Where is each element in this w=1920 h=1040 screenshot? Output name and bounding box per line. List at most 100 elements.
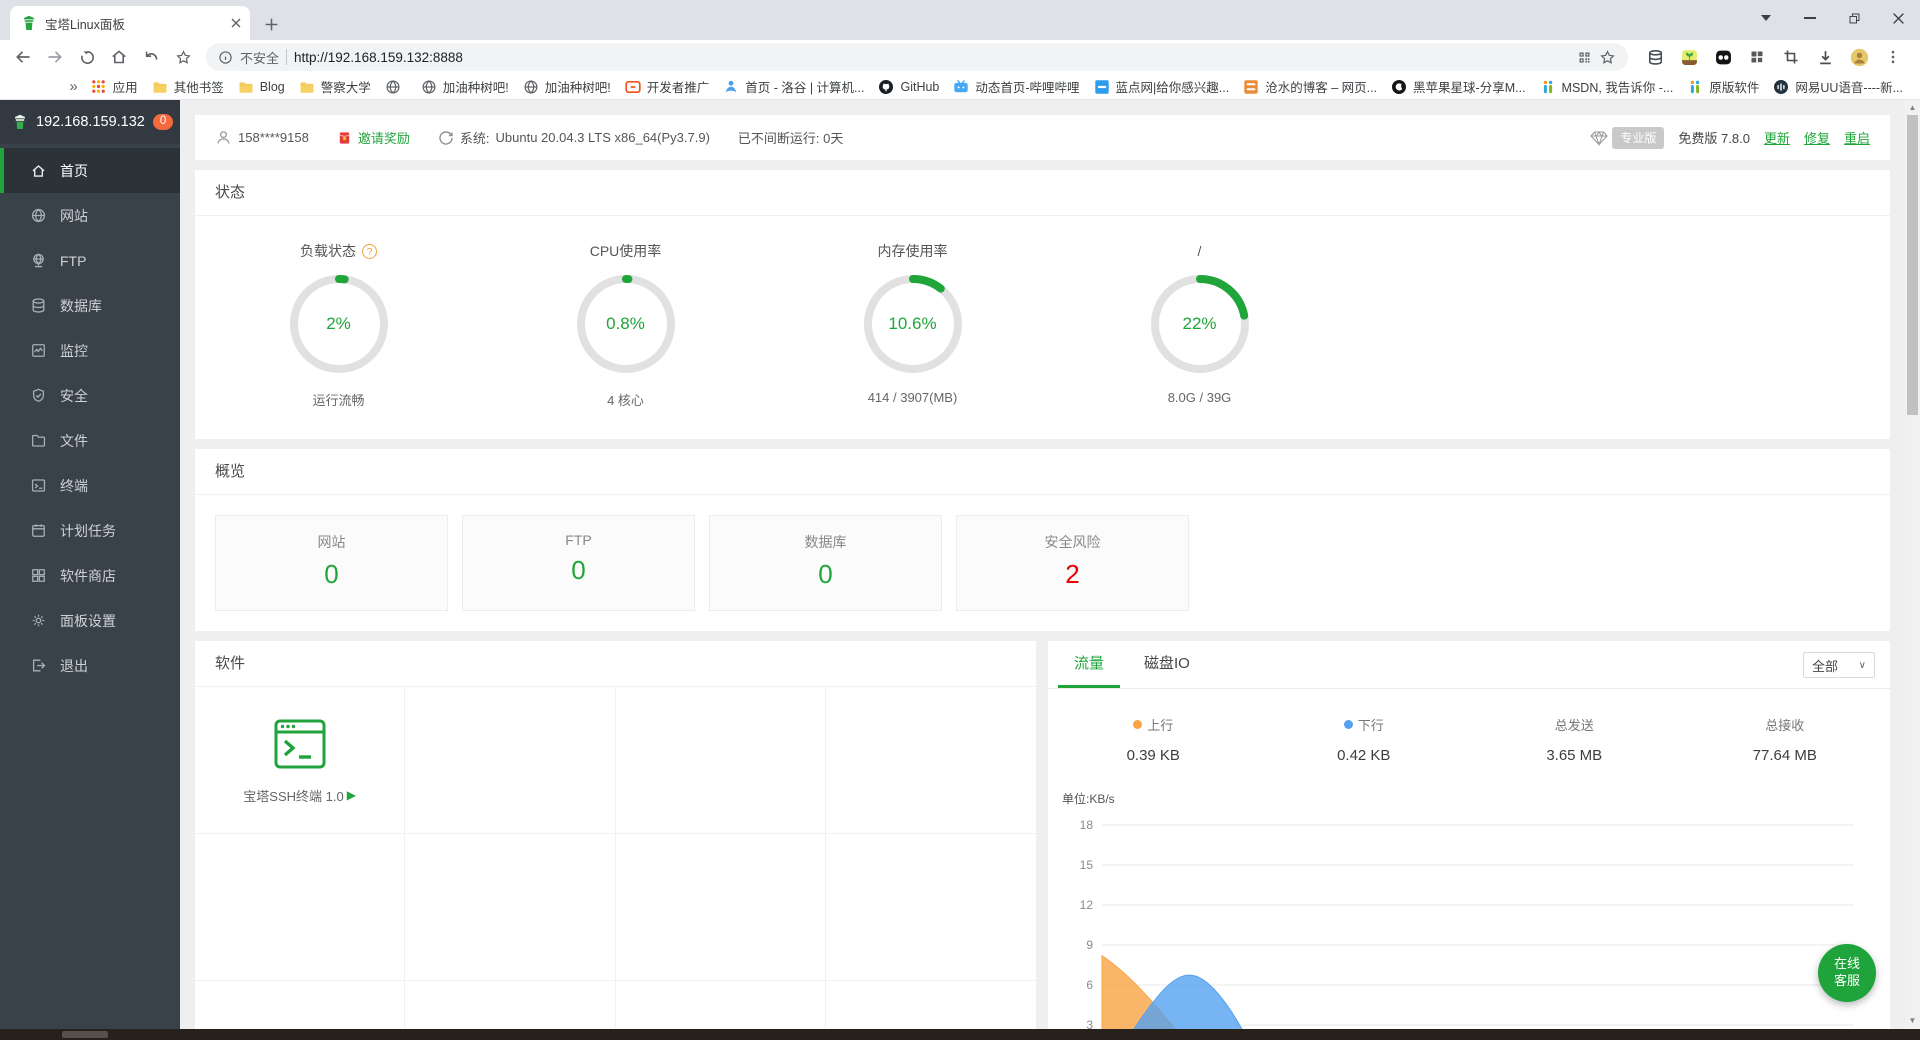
update-link[interactable]: 更新 — [1764, 128, 1790, 147]
bookmark-item[interactable]: MSDN, 我告诉你 -... — [1533, 75, 1681, 98]
sidebar-item[interactable]: 安全 — [0, 373, 180, 418]
bookmark-item[interactable]: 沧水的博客 – 网页... — [1236, 75, 1384, 98]
bookmark-item[interactable]: 黑苹果星球-分享M... — [1384, 75, 1533, 98]
nav-security-icon — [30, 387, 47, 404]
taskbar-button[interactable] — [62, 1031, 108, 1038]
sidebar-item[interactable]: FTP — [0, 238, 180, 283]
user-group[interactable]: 158****9158 — [215, 129, 309, 146]
bookmark-item[interactable]: 网易UU语音----新... — [1766, 75, 1910, 98]
sidebar-item[interactable]: 软件商店 — [0, 553, 180, 598]
svg-text:18: 18 — [1080, 818, 1094, 832]
bookmark-item[interactable]: GitHub — [871, 77, 946, 97]
server-ip: 192.168.159.132 — [36, 114, 145, 130]
sidebar-item[interactable]: 首页 — [0, 148, 180, 193]
bookmark-item[interactable]: 动态首页-哔哩哔哩 — [946, 75, 1086, 98]
menu-dots-icon[interactable] — [1878, 42, 1908, 72]
github-icon — [878, 79, 894, 95]
star-icon[interactable] — [1599, 49, 1616, 66]
red-packet-icon — [337, 130, 352, 146]
sidebar: 192.168.159.132 0 首页 网站 FTP — [0, 100, 180, 1040]
os-taskbar-edge — [0, 1029, 1920, 1040]
new-tab-button[interactable] — [264, 17, 279, 32]
close-window-button[interactable] — [1876, 0, 1920, 36]
page-scrollbar[interactable]: ▲ ▼ — [1905, 100, 1920, 1040]
interface-filter-select[interactable]: 全部 ∨ — [1803, 652, 1875, 678]
bookmark-item[interactable]: 原版软件 — [1680, 75, 1766, 98]
profile-avatar[interactable] — [1844, 42, 1874, 72]
bookmark-item[interactable]: 其他书签 — [145, 75, 231, 98]
sidebar-header[interactable]: 192.168.159.132 0 — [0, 100, 180, 144]
bookmark-item[interactable]: 加油种树吧! — [516, 75, 618, 98]
browser-tab[interactable]: 宝塔Linux面板 — [10, 6, 250, 40]
bookmark-item[interactable]: Blog — [231, 77, 292, 97]
repair-link[interactable]: 修复 — [1804, 128, 1830, 147]
bookmark-item[interactable]: 加油种树吧! — [414, 75, 516, 98]
sidebar-nav: 首页 网站 FTP 数据库 监控 — [0, 148, 180, 688]
scroll-down-icon[interactable]: ▼ — [1905, 1013, 1920, 1028]
address-bar[interactable]: 不安全 http://192.168.159.132:8888 — [206, 43, 1628, 71]
invite-group[interactable]: 邀请奖励 — [337, 128, 410, 147]
bookmark-item[interactable]: 警察大学 — [292, 75, 378, 98]
gauge: CPU使用率 0.8% 4 核心 — [482, 242, 769, 409]
reload-icon[interactable] — [72, 42, 102, 72]
overview-card[interactable]: FTP 0 — [462, 515, 695, 611]
sidebar-item[interactable]: 计划任务 — [0, 508, 180, 553]
nav-database-icon — [30, 297, 47, 314]
sidebar-item[interactable]: 面板设置 — [0, 598, 180, 643]
bookmark-item[interactable]: 应用 — [84, 75, 145, 98]
sidebar-item[interactable]: 文件 — [0, 418, 180, 463]
tab-search-caret-icon[interactable] — [1744, 0, 1788, 36]
extension-grid-icon[interactable] — [1742, 42, 1772, 72]
restart-link[interactable]: 重启 — [1844, 128, 1870, 147]
software-app-cell[interactable]: 宝塔SSH终端 1.0 ▶ — [195, 687, 405, 834]
extension-panda-icon[interactable] — [1708, 42, 1738, 72]
scrollbar-thumb[interactable] — [1907, 115, 1918, 415]
qr-code-icon[interactable] — [1577, 50, 1592, 65]
overview-card[interactable]: 安全风险 2 — [956, 515, 1189, 611]
sidebar-item[interactable]: 退出 — [0, 643, 180, 688]
sidebar-item[interactable]: 终端 — [0, 463, 180, 508]
bookmarks-overflow-chevron[interactable]: » — [63, 78, 83, 95]
help-icon[interactable]: ? — [362, 244, 377, 259]
bookmark-item[interactable]: 开发者推广 — [618, 75, 717, 98]
bookmark-star-icon[interactable] — [168, 42, 198, 72]
tab-title: 宝塔Linux面板 — [45, 14, 222, 33]
svg-text:15: 15 — [1080, 858, 1094, 872]
sidebar-item[interactable]: 数据库 — [0, 283, 180, 328]
overview-panel-title: 概览 — [195, 449, 1890, 495]
sidebar-item[interactable]: 监控 — [0, 328, 180, 373]
extension-crop-icon[interactable] — [1776, 42, 1806, 72]
restore-button[interactable] — [1832, 0, 1876, 36]
forward-icon[interactable] — [40, 42, 70, 72]
window-controls — [1744, 0, 1920, 36]
software-empty-cell — [405, 687, 615, 834]
overview-card[interactable]: 数据库 0 — [709, 515, 942, 611]
extension-sprout-icon[interactable] — [1674, 42, 1704, 72]
overview-card[interactable]: 网站 0 — [215, 515, 448, 611]
back-icon[interactable] — [8, 42, 38, 72]
scroll-up-icon[interactable]: ▲ — [1905, 100, 1920, 115]
tab-close-icon[interactable] — [230, 17, 242, 29]
message-badge[interactable]: 0 — [153, 114, 173, 130]
traffic-tab[interactable]: 流量 — [1058, 641, 1120, 688]
url-text[interactable]: http://192.168.159.132:8888 — [294, 50, 1570, 65]
bookmark-item[interactable] — [378, 77, 414, 97]
extensions-area — [1636, 42, 1912, 72]
sidebar-item[interactable]: 网站 — [0, 193, 180, 238]
system-group: 系统: Ubuntu 20.04.3 LTS x86_64(Py3.7.9) — [438, 128, 710, 147]
minimize-button[interactable] — [1788, 0, 1832, 36]
extension-discs-icon[interactable] — [1640, 42, 1670, 72]
overview-cards: 网站 0 FTP 0 数据库 0 安全风险 2 — [195, 495, 1890, 631]
undo-icon[interactable] — [136, 42, 166, 72]
pro-badge[interactable]: 专业版 — [1612, 127, 1664, 149]
traffic-tab[interactable]: 磁盘IO — [1128, 641, 1206, 688]
software-empty-cell — [616, 687, 826, 834]
bookmark-item[interactable]: 蓝点网|给你感兴趣... — [1087, 75, 1237, 98]
play-icon[interactable]: ▶ — [347, 788, 356, 802]
bookmark-item[interactable]: 首页 - 洛谷 | 计算机... — [716, 75, 871, 98]
download-icon[interactable] — [1810, 42, 1840, 72]
info-icon[interactable] — [218, 50, 233, 65]
home-icon[interactable] — [104, 42, 134, 72]
overview-panel: 概览 网站 0 FTP 0 数据库 0 — [195, 449, 1890, 631]
online-support-button[interactable]: 在线 客服 — [1818, 944, 1876, 1002]
